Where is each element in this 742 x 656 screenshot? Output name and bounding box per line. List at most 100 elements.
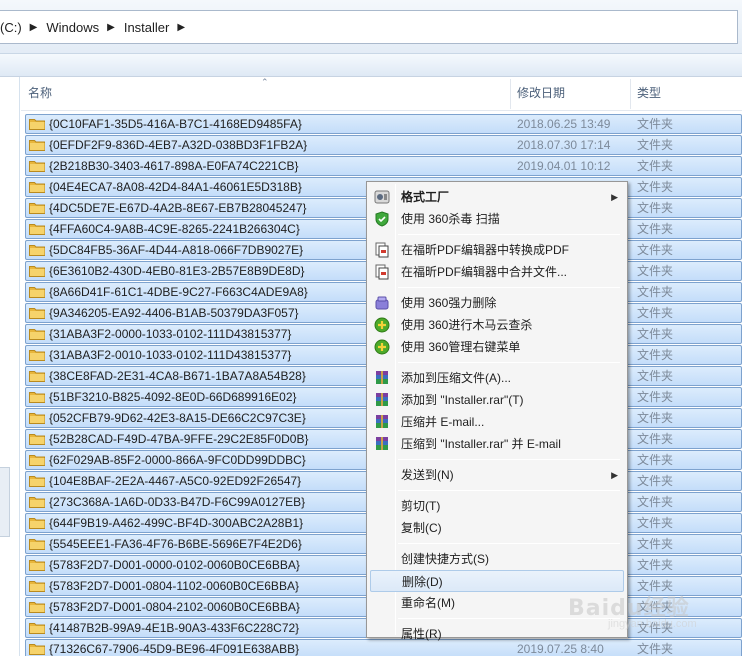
folder-icon [29,623,45,634]
file-name: {0EFDF2F9-836D-4EB7-A32D-038BD3F1FB2A} [49,138,308,152]
360-antivirus-icon [375,211,389,227]
menu-item[interactable]: 添加到 "Installer.rar"(T) [370,389,624,411]
folder-icon [29,413,45,424]
file-type: 文件夹 [637,558,674,572]
folder-icon [29,329,45,340]
menu-item[interactable]: 使用 360管理右键菜单 [370,336,624,358]
file-name: {5783F2D7-D001-0804-2102-0060B0CE6BBA} [49,600,300,614]
file-row[interactable]: {2B218B30-3403-4617-898A-E0FA74C221CB} 20… [21,156,742,177]
navigation-pane [0,77,20,656]
file-name: {62F029AB-85F2-0000-866A-9FC0DD99DDBC} [49,453,306,467]
chevron-right-icon[interactable]: ▶ [107,22,115,33]
file-type: 文件夹 [637,285,674,299]
menu-item[interactable]: 使用 360进行木马云查杀 [370,314,624,336]
folder-icon [29,371,45,382]
chevron-right-icon[interactable]: ▶ [177,22,185,33]
file-name: {2B218B30-3403-4617-898A-E0FA74C221CB} [49,159,299,173]
menu-item[interactable]: 发送到(N) ▶ [370,464,624,486]
folder-icon [29,602,45,613]
file-type: 文件夹 [637,642,674,656]
chevron-right-icon[interactable]: ▶ [30,22,38,33]
column-modified-label: 修改日期 [517,86,566,100]
column-name-label: 名称 [28,86,53,100]
breadcrumb[interactable]: (C:) ▶ Windows ▶ Installer ▶ [0,10,738,44]
file-type: 文件夹 [637,222,674,236]
360-force-delete-icon [375,296,389,310]
file-type: 文件夹 [637,390,674,404]
menu-item-label: 重命名(M) [401,596,455,610]
file-type: 文件夹 [637,264,674,278]
file-name: {51BF3210-B825-4092-8E0D-66D689916E02} [49,390,297,404]
file-name: {052CFB79-9D62-42E3-8A15-DE66C2C97C3E} [49,411,306,425]
menu-separator [398,234,620,235]
folder-icon [29,455,45,466]
breadcrumb-item[interactable]: Windows [46,20,99,35]
menu-item-label: 在福昕PDF编辑器中转换成PDF [401,243,570,257]
file-name: {644F9B19-A462-499C-BF4D-300ABC2A28B1} [49,516,304,530]
file-name: {71326C67-7906-45D9-BE96-4F091E638ABB} [49,642,300,656]
file-type: 文件夹 [637,411,674,425]
file-name: {4DC5DE7E-E67D-4A2B-8E67-EB7B28045247} [49,201,307,215]
file-name: {5783F2D7-D001-0000-0102-0060B0CE6BBA} [49,558,300,572]
menu-item[interactable]: 在福昕PDF编辑器中转换成PDF [370,239,624,261]
menu-item[interactable]: 删除(D) [370,570,624,592]
file-name: {4FFA60C4-9A8B-4C9E-8265-2241B266304C} [49,222,300,236]
file-type: 文件夹 [637,537,674,551]
folder-icon [29,119,45,130]
menu-separator [398,490,620,491]
column-modified[interactable]: 修改日期 [510,77,630,111]
file-type: 文件夹 [637,243,674,257]
menu-separator [398,459,620,460]
folder-icon [29,287,45,298]
menu-separator [398,287,620,288]
watermark-subtext: jingyan.baidu.com [608,618,697,630]
folder-icon [29,182,45,193]
file-name: {5783F2D7-D001-0804-1102-0060B0CE6BBA} [49,579,299,593]
folder-icon [29,434,45,445]
menu-item[interactable]: 创建快捷方式(S) [370,548,624,570]
file-type: 文件夹 [637,516,674,530]
menu-item[interactable]: 添加到压缩文件(A)... [370,367,624,389]
folder-icon [29,581,45,592]
menu-item-label: 发送到(N) [401,468,454,482]
menu-item[interactable]: 使用 360杀毒 扫描 [370,208,624,230]
file-row[interactable]: {0EFDF2F9-836D-4EB7-A32D-038BD3F1FB2A} 20… [21,135,742,156]
menu-separator [398,362,620,363]
file-name: {31ABA3F2-0000-1033-0102-111D43815377} [49,327,292,341]
file-name: {5DC84FB5-36AF-4D44-A818-066F7DB9027E} [49,243,304,257]
folder-icon [29,350,45,361]
format-factory-icon [374,190,390,204]
menu-item-label: 剪切(T) [401,499,441,513]
menu-item-label: 属性(R) [401,627,442,641]
file-row[interactable]: {0C10FAF1-35D5-416A-B7C1-4168ED9485FA} 20… [21,114,742,135]
file-name: {104E8BAF-2E2A-4467-A5C0-92ED92F26547} [49,474,302,488]
file-type: 文件夹 [637,369,674,383]
file-name: {0C10FAF1-35D5-416A-B7C1-4168ED9485FA} [49,117,302,131]
360-menu-manager-icon [374,339,390,355]
menu-item[interactable]: 复制(C) [370,517,624,539]
nav-scrollbar[interactable] [0,467,10,537]
file-name: {41487B2B-99A9-4E1B-90A3-433F6C228C72} [49,621,300,635]
context-menu: 格式工厂 ▶ 使用 360杀毒 扫描在福昕PDF编辑器中转换成PDF 在福昕PDF编辑… [366,181,628,641]
menu-item-label: 添加到压缩文件(A)... [401,371,511,385]
breadcrumb-item[interactable]: (C:) [0,20,22,35]
menu-item[interactable]: 压缩到 "Installer.rar" 并 E-mail [370,433,624,455]
file-type: 文件夹 [637,348,674,362]
menu-item[interactable]: 压缩并 E-mail... [370,411,624,433]
menu-item[interactable]: 格式工厂 ▶ [370,186,624,208]
menu-item[interactable]: 剪切(T) [370,495,624,517]
folder-icon [29,224,45,235]
file-type: 文件夹 [637,432,674,446]
file-name: {9A346205-EA92-4406-B1AB-50379DA3F057} [49,306,299,320]
folder-icon [29,560,45,571]
breadcrumb-item[interactable]: Installer [124,20,170,35]
menu-item-label: 添加到 "Installer.rar"(T) [401,393,524,407]
folder-icon [29,308,45,319]
menu-item[interactable]: 在福昕PDF编辑器中合并文件... [370,261,624,283]
file-type: 文件夹 [637,201,674,215]
menu-item[interactable]: 使用 360强力删除 [370,292,624,314]
sort-ascending-icon: ⌃ [261,77,269,87]
column-header: 名称 ⌃ 修改日期 类型 [21,77,742,111]
column-type[interactable]: 类型 [630,77,742,111]
submenu-arrow-icon: ▶ [611,470,618,480]
